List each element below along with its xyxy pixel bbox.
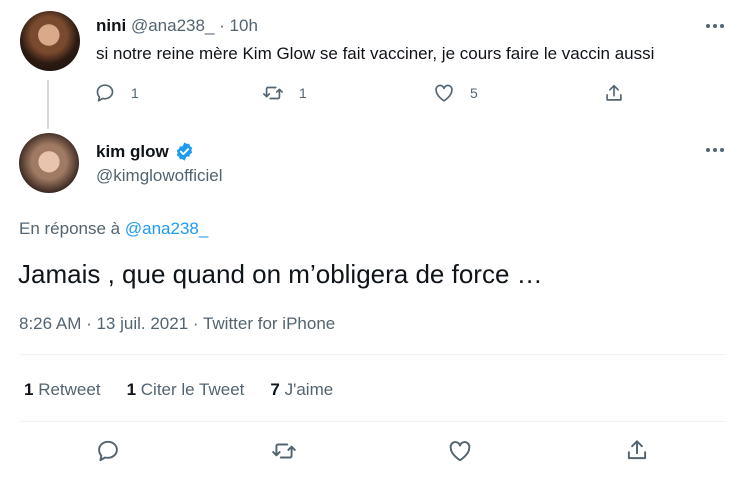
like-count: 5 <box>470 85 478 101</box>
avatar[interactable] <box>19 133 79 193</box>
reply-to-link[interactable]: @ana238_ <box>125 219 208 238</box>
author-name-row: kim glow <box>96 141 195 162</box>
retweet-icon <box>272 443 296 459</box>
reply-button[interactable]: 1 <box>94 82 139 104</box>
likes-stat[interactable]: 7 J'aime <box>270 380 333 400</box>
timestamp[interactable]: 10h <box>230 16 258 35</box>
tweet-text: Jamais , que quand on m’obligera de forc… <box>18 259 543 289</box>
likes-count: 7 <box>270 380 280 399</box>
tweet-stats: 1 Retweet 1 Citer le Tweet 7 J'aime <box>24 380 333 400</box>
tweet-text: si notre reine mère Kim Glow se fait vac… <box>96 44 655 63</box>
retweet-button[interactable]: 1 <box>262 82 307 104</box>
divider <box>19 421 726 422</box>
thread-connector <box>47 80 49 129</box>
verified-badge-icon <box>176 142 192 161</box>
more-options-icon[interactable] <box>704 16 726 36</box>
heart-icon <box>435 84 453 102</box>
avatar[interactable] <box>20 11 80 71</box>
share-button[interactable] <box>624 437 650 468</box>
divider <box>19 354 726 355</box>
retweet-count: 1 <box>299 85 307 101</box>
quotes-stat[interactable]: 1 Citer le Tweet <box>127 380 245 400</box>
share-button[interactable] <box>603 82 625 104</box>
heart-icon <box>449 441 471 462</box>
handle[interactable]: @kimglowofficiel <box>96 166 223 186</box>
quotes-label: Citer le Tweet <box>140 380 245 399</box>
reply-context: En réponse à @ana238_ <box>19 219 208 239</box>
retweets-label: Retweet <box>38 380 101 399</box>
retweets-stat[interactable]: 1 Retweet <box>24 380 101 400</box>
separator: · <box>219 16 225 35</box>
retweet-button[interactable] <box>271 438 297 469</box>
reply-button[interactable] <box>95 438 121 469</box>
handle[interactable]: @ana238_ <box>131 16 214 35</box>
reply-prefix: En réponse à <box>19 219 121 238</box>
reply-icon <box>98 440 118 462</box>
reply-count: 1 <box>131 85 139 101</box>
share-icon <box>627 440 647 460</box>
like-button[interactable]: 5 <box>433 82 478 104</box>
likes-label: J'aime <box>284 380 334 399</box>
display-name[interactable]: kim glow <box>96 142 169 162</box>
more-options-icon[interactable] <box>704 140 726 160</box>
like-button[interactable] <box>447 438 473 469</box>
display-name[interactable]: nini <box>96 16 126 35</box>
tweet-header: nini @ana238_ · 10h <box>96 16 258 36</box>
share-icon <box>606 84 622 101</box>
reply-icon <box>96 84 114 102</box>
retweet-icon <box>263 86 283 100</box>
retweets-count: 1 <box>24 380 34 399</box>
quotes-count: 1 <box>126 380 137 399</box>
tweet-meta[interactable]: 8:26 AM · 13 juil. 2021 · Twitter for iP… <box>19 314 335 334</box>
